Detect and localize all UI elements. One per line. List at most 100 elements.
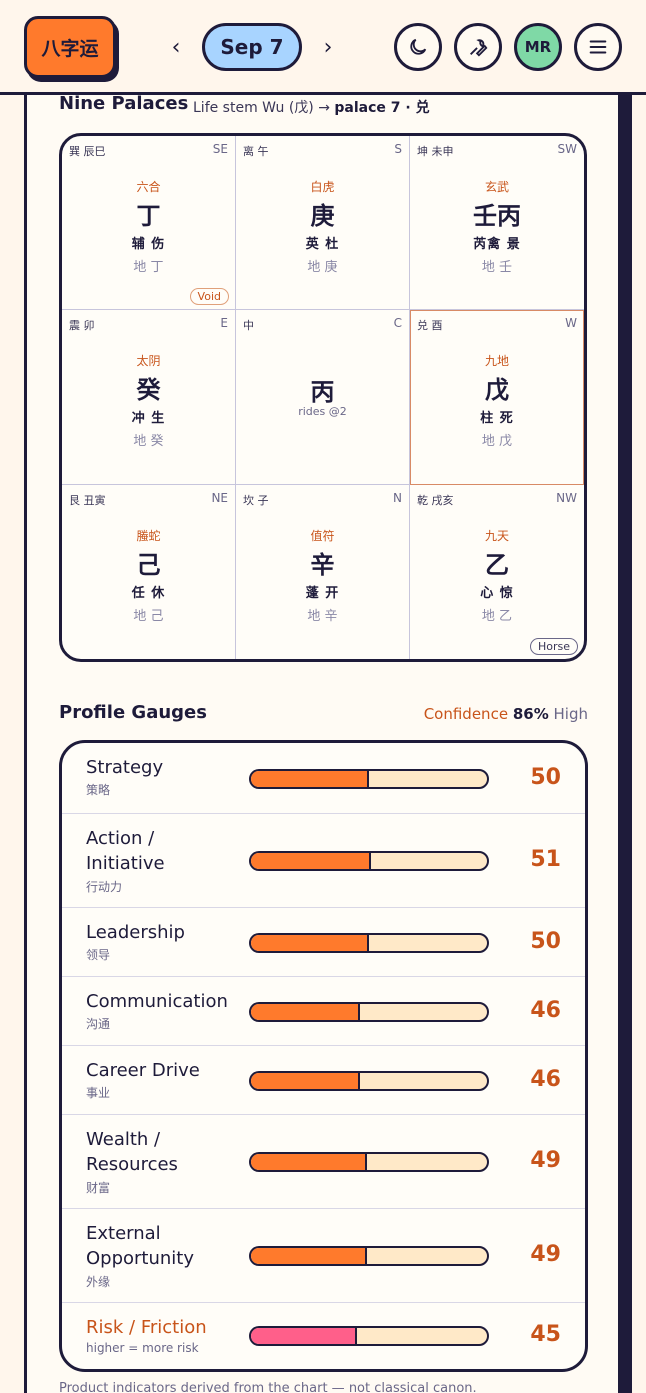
gauge-fill [251,1004,360,1020]
date-selector[interactable]: Sep 7 [202,23,302,71]
app-header: 八字运 ‹ Sep 7 › MR [0,0,646,95]
gauge-value: 45 [530,1322,561,1347]
palace-cell[interactable]: 中 C 丙 rides @2 [236,310,410,485]
palace-earth-stem: 地 辛 [307,608,338,624]
palace-rides-note: rides @2 [298,405,347,419]
gauge-row: Action / Initiative 行动力 51 [62,814,585,908]
theme-toggle-button[interactable] [394,23,442,71]
tools-button[interactable] [454,23,502,71]
palace-star-door: 柱 死 [480,411,514,427]
gauge-row: Wealth / Resources 财富 49 [62,1115,585,1209]
gauge-value: 49 [530,1148,561,1173]
palace-direction: W [565,316,577,331]
palace-trigram-branch: 坎 子 [243,493,269,507]
gauge-value: 46 [530,998,561,1023]
palace-heaven-stem: 丁 [136,202,161,230]
palace-trigram-branch: 兑 酉 [417,319,443,333]
gauge-label: Action / Initiative [86,828,165,874]
palace-deity: 九天 [484,528,509,543]
palace-trigram-branch: 艮 丑寅 [69,493,106,507]
palace-cell[interactable]: 乾 戌亥 NW 九天乙心 惊地 乙 Horse [410,485,584,659]
gauge-value: 51 [530,847,561,872]
next-day-button[interactable]: › [316,30,340,64]
palace-deity: 玄武 [484,180,509,194]
gauge-fill [251,853,372,869]
palace-star-door: 英 杜 [305,237,340,252]
palace-star-door: 心 惊 [480,585,514,601]
palace-star-door: 辅 伤 [131,237,166,252]
palace-trigram-branch: 中 [243,319,254,333]
palace-star-door: 任 休 [131,585,166,601]
horse-badge: Horse [529,637,578,655]
gauge-sublabel: 财富 [86,1181,111,1195]
palace-direction: SE [212,142,228,156]
palace-heaven-stem: 戊 [485,376,509,405]
gauge-label: Risk / Friction [86,1317,207,1338]
gauge-row: External Opportunity 外缘 49 [62,1209,585,1303]
gauge-row: Strategy 策略 50 [62,743,585,814]
gauge-fill [251,1328,358,1344]
gauge-sublabel: 领导 [86,948,111,962]
hamburger-menu-icon [589,40,607,54]
palace-cell[interactable]: 坎 子 N 值符辛蓬 开地 辛 [236,484,410,659]
gauge-label: Strategy [86,757,164,778]
palace-cell[interactable]: 巽 辰巳 SE 六合丁辅 伤地 丁 Void [62,136,236,311]
palace-deity: 六合 [136,180,161,194]
palace-direction: N [393,490,402,505]
palace-deity: 九地 [484,354,509,369]
gauge-fill [251,1154,367,1170]
gauge-value: 49 [530,1242,561,1267]
gauge-fill [251,935,369,951]
menu-button[interactable] [574,23,622,71]
confidence-label: Confidence [423,705,509,723]
palace-direction: SW [557,142,577,156]
nine-palaces-subtitle: Life stem Wu (戊) → palace 7 · 兑 [193,100,430,116]
palace-heaven-stem: 壬丙 [473,202,521,230]
palace-trigram-branch: 震 卯 [69,319,95,333]
palace-cell[interactable]: 震 卯 E 太阴癸冲 生地 癸 [62,310,236,485]
app-logo[interactable]: 八字运 [24,16,116,78]
gauge-fill [251,771,369,787]
gauge-bar [249,1152,489,1172]
palace-heaven-stem: 丙 [310,378,335,407]
palace-direction: NW [556,490,577,505]
gauge-sublabel: 策略 [86,783,111,797]
gauge-label: Wealth / Resources [86,1129,178,1175]
palace-earth-stem: 地 己 [133,608,164,624]
gauge-bar [249,769,489,789]
wrench-icon [470,39,488,57]
palace-cell[interactable]: 艮 丑寅 NE 螣蛇己任 休地 己 [62,484,236,659]
gauge-row: Leadership 领导 50 [62,908,585,977]
palace-direction: NE [211,490,228,505]
confidence-level: High [553,705,588,723]
palace-deity: 螣蛇 [136,528,161,543]
palace-deity: 太阴 [136,354,161,369]
gauge-value: 50 [530,765,561,790]
gauge-bar [249,1071,489,1091]
palace-direction: S [394,142,402,156]
gauge-sublabel: 事业 [86,1086,111,1100]
gauge-bar [249,933,489,953]
gauge-row: Career Drive 事业 46 [62,1046,585,1115]
palace-deity: 值符 [310,528,335,543]
palace-trigram-branch: 离 午 [243,145,269,158]
palace-cell[interactable]: 兑 酉 W 九地戊柱 死地 戊 [410,310,584,485]
palace-direction: E [220,316,228,331]
palace-cell[interactable]: 离 午 S 白虎庚英 杜地 庚 [236,136,410,311]
gauge-value: 50 [530,929,561,954]
palace-star-door: 蓬 开 [305,585,340,601]
gauge-sublabel: 沟通 [86,1017,111,1031]
gauge-label: External Opportunity [86,1223,195,1269]
confidence-value: 86% [512,705,549,723]
prev-day-button[interactable]: ‹ [164,30,188,64]
palace-cell[interactable]: 坤 未申 SW 玄武 壬丙 芮禽 景地 壬 [410,136,584,311]
gauge-fill [251,1248,367,1264]
gauge-bar [249,1326,489,1346]
moon-icon [410,38,427,55]
user-avatar[interactable]: MR [514,23,562,71]
palace-trigram-branch: 巽 辰巳 [69,145,106,158]
gauge-sublabel: 外缘 [86,1275,111,1289]
palace-earth-stem: 地 癸 [133,434,164,450]
palace-heaven-stem: 辛 [310,550,335,579]
palace-direction: C [393,316,402,331]
